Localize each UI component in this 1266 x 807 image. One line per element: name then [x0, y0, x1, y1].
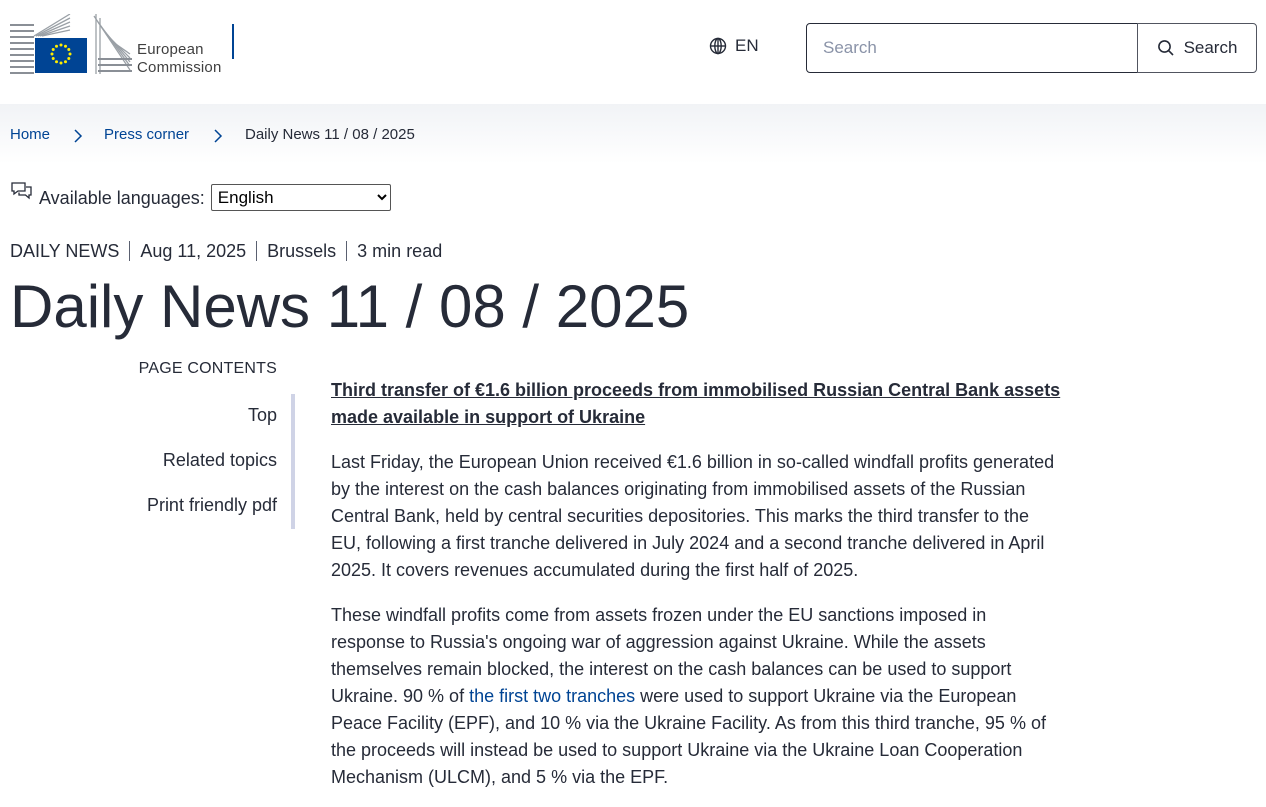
site-header: European Commission EN Search — [0, 0, 1266, 104]
toc-item-top[interactable]: Top — [60, 405, 277, 426]
page-contents-title: PAGE CONTENTS — [138, 360, 277, 377]
breadcrumb-home[interactable]: Home — [10, 126, 50, 144]
page-title: Daily News 11 / 08 / 2025 — [10, 273, 690, 340]
chevron-right-icon — [74, 129, 83, 143]
search-button-label: Search — [1183, 38, 1238, 57]
european-commission-logo[interactable]: European Commission — [10, 13, 240, 77]
breadcrumb-press-corner[interactable]: Press corner — [104, 126, 189, 144]
logo-text: European Commission — [137, 41, 222, 77]
meta-read-time: 3 min read — [346, 241, 452, 261]
article-body: Third transfer of €1.6 billion proceeds … — [331, 377, 1061, 791]
breadcrumb-press-corner-link[interactable]: Press corner — [104, 126, 189, 143]
logo-line-1: European — [137, 41, 204, 58]
language-select[interactable]: English — [210, 184, 391, 211]
search-icon — [1157, 40, 1174, 56]
article-headline[interactable]: Third transfer of €1.6 billion proceeds … — [331, 377, 1061, 431]
search-button[interactable]: Search — [1137, 23, 1257, 73]
logo-divider — [232, 24, 234, 59]
page-contents-rail — [291, 394, 295, 529]
search-input[interactable] — [806, 23, 1139, 73]
meta-type: DAILY NEWS — [10, 241, 120, 261]
language-switcher[interactable]: EN — [709, 36, 759, 56]
breadcrumb-band — [0, 104, 1266, 164]
globe-icon — [709, 37, 727, 55]
eu-flag-icon — [10, 13, 132, 74]
toc-item-related-topics[interactable]: Related topics — [60, 450, 277, 471]
available-languages-label: Available languages: — [39, 188, 205, 208]
article-paragraph-2: These windfall profits come from assets … — [331, 602, 1061, 791]
breadcrumb-current: Daily News 11 / 08 / 2025 — [245, 126, 415, 143]
meta-date: Aug 11, 2025 — [129, 241, 256, 261]
chevron-right-icon — [214, 129, 223, 143]
article-paragraph-1: Last Friday, the European Union received… — [331, 452, 1055, 580]
language-code: EN — [735, 36, 759, 55]
speech-bubbles-icon — [11, 182, 32, 200]
breadcrumb-home-link[interactable]: Home — [10, 126, 50, 143]
logo-line-2: Commission — [137, 59, 222, 76]
first-two-tranches-link[interactable]: the first two tranches — [469, 686, 635, 706]
toc-item-print-pdf[interactable]: Print friendly pdf — [60, 495, 277, 516]
meta-location: Brussels — [256, 241, 346, 261]
article-meta: DAILY NEWS Aug 11, 2025 Brussels 3 min r… — [10, 240, 452, 262]
available-languages: Available languages: English — [11, 181, 391, 211]
